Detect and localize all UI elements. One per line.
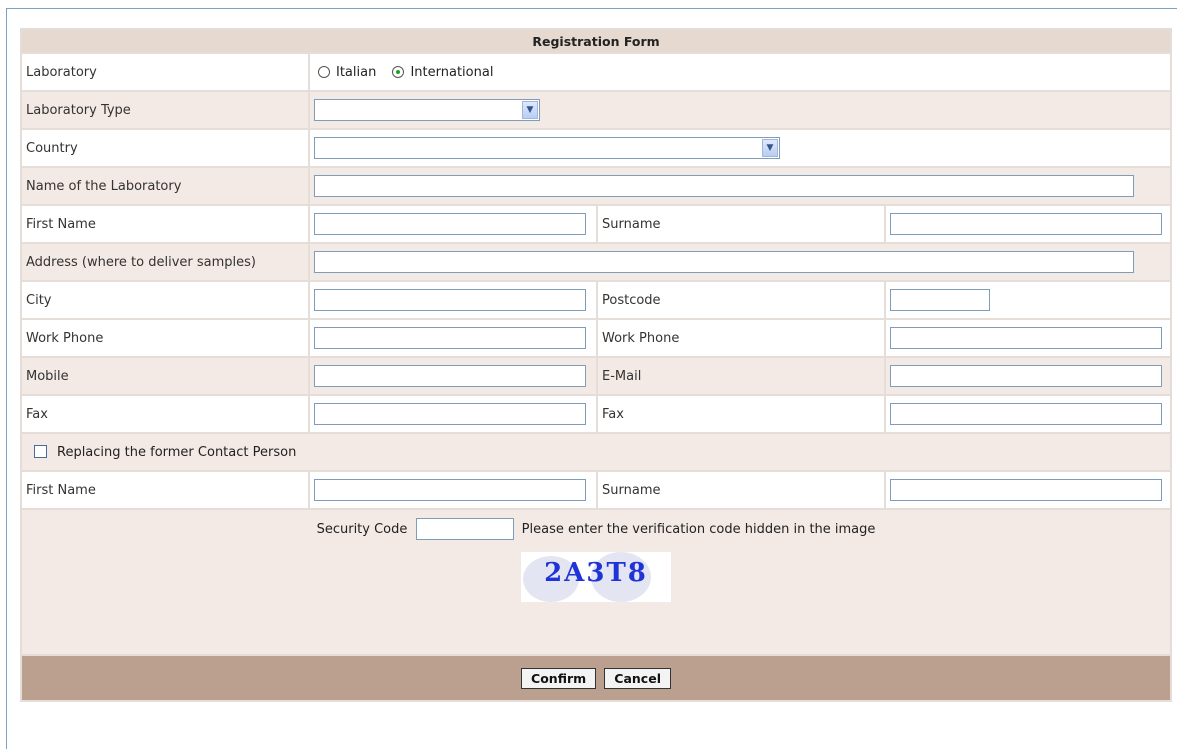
lab-name-row: Name of the Laboratory — [20, 166, 1173, 206]
replace-contact-cell: Replacing the former Contact Person — [19, 432, 1173, 472]
chevron-down-icon[interactable]: ▼ — [522, 101, 538, 119]
radio-italian-icon[interactable] — [318, 65, 330, 78]
lab-name-input[interactable] — [314, 175, 1134, 197]
city-cell — [308, 280, 598, 320]
captcha-image: 2A3T8 — [521, 552, 671, 602]
chevron-down-icon[interactable]: ▼ — [762, 139, 778, 157]
surname-input[interactable] — [890, 213, 1162, 235]
replace-contact-row: Replacing the former Contact Person — [19, 432, 1173, 472]
confirm-button[interactable]: Confirm — [521, 667, 597, 689]
address-cell — [307, 242, 1173, 282]
work-phone-label-1: Work Phone — [20, 318, 310, 358]
fax-input-1[interactable] — [314, 403, 586, 425]
mobile-input[interactable] — [314, 365, 586, 387]
contact-name-row: First Name Surname — [20, 204, 1173, 244]
security-cell: Security Code Please enter the verificat… — [19, 508, 1173, 656]
laboratory-type-label: Laboratory Type — [20, 90, 310, 130]
laboratory-row: Laboratory Italian International — [20, 52, 1173, 92]
security-code-input[interactable] — [415, 518, 514, 540]
surname-label: Surname — [596, 204, 886, 244]
email-cell — [883, 356, 1173, 396]
fax-input-2[interactable] — [890, 403, 1162, 425]
address-row: Address (where to deliver samples) — [20, 242, 1173, 282]
former-surname-label: Surname — [596, 470, 886, 510]
former-first-name-label: First Name — [20, 470, 310, 510]
mobile-label: Mobile — [20, 356, 310, 396]
replace-contact-checkbox[interactable] — [34, 444, 47, 458]
city-row: City Postcode — [20, 280, 1173, 320]
work-phone-row: Work Phone Work Phone — [20, 318, 1173, 358]
replace-contact-label: Replacing the former Contact Person — [57, 444, 297, 460]
form-header: Registration Form — [19, 28, 1173, 54]
email-input[interactable] — [890, 365, 1162, 387]
postcode-input[interactable] — [890, 289, 990, 311]
address-input[interactable] — [314, 251, 1134, 273]
radio-international-label: International — [410, 64, 494, 80]
city-label: City — [20, 280, 310, 320]
replace-contact-toggle[interactable]: Replacing the former Contact Person — [34, 444, 297, 460]
registration-form: Registration Form Laboratory Italian Int… — [19, 28, 1173, 702]
former-surname-input[interactable] — [890, 479, 1162, 501]
fax-label-1: Fax — [20, 394, 310, 434]
first-name-cell — [308, 204, 598, 244]
postcode-cell — [883, 280, 1173, 320]
postcode-label: Postcode — [596, 280, 886, 320]
laboratory-label: Laboratory — [20, 52, 310, 92]
fax-label-2: Fax — [596, 394, 886, 434]
fax-cell-2 — [883, 394, 1173, 434]
country-select[interactable]: ▼ — [314, 137, 780, 159]
country-cell: ▼ — [307, 128, 1173, 168]
former-first-name-cell — [308, 470, 598, 510]
work-phone-cell-1 — [308, 318, 598, 358]
email-label: E-Mail — [596, 356, 886, 396]
radio-italian-label: Italian — [336, 64, 377, 80]
lab-name-label: Name of the Laboratory — [20, 166, 310, 206]
address-label: Address (where to deliver samples) — [20, 242, 310, 282]
surname-cell — [883, 204, 1173, 244]
form-buttons: Confirm Cancel — [19, 654, 1173, 702]
captcha-text: 2A3T8 — [544, 558, 648, 588]
work-phone-input-1[interactable] — [314, 327, 586, 349]
laboratory-options: Italian International — [307, 52, 1173, 92]
mobile-cell — [308, 356, 598, 396]
security-code-label: Security Code — [316, 522, 408, 537]
form-footer: Confirm Cancel — [19, 654, 1173, 702]
work-phone-input-2[interactable] — [890, 327, 1162, 349]
laboratory-type-cell: ▼ — [307, 90, 1173, 130]
fax-row: Fax Fax — [20, 394, 1173, 434]
laboratory-type-select[interactable]: ▼ — [314, 99, 540, 121]
laboratory-type-row: Laboratory Type ▼ — [20, 90, 1173, 130]
first-name-input[interactable] — [314, 213, 586, 235]
work-phone-cell-2 — [883, 318, 1173, 358]
former-contact-row: First Name Surname — [20, 470, 1173, 510]
first-name-label: First Name — [20, 204, 310, 244]
fax-cell-1 — [308, 394, 598, 434]
lab-name-cell — [307, 166, 1173, 206]
former-first-name-input[interactable] — [314, 479, 586, 501]
radio-italian[interactable]: Italian — [318, 65, 380, 80]
city-input[interactable] — [314, 289, 586, 311]
security-code-hint: Please enter the verification code hidde… — [521, 522, 876, 537]
cancel-button[interactable]: Cancel — [604, 667, 671, 689]
work-phone-label-2: Work Phone — [596, 318, 886, 358]
radio-international[interactable]: International — [392, 65, 493, 80]
radio-international-icon[interactable] — [392, 65, 405, 78]
country-label: Country — [20, 128, 310, 168]
former-surname-cell — [883, 470, 1173, 510]
security-row: Security Code Please enter the verificat… — [19, 508, 1173, 656]
country-row: Country ▼ — [20, 128, 1173, 168]
form-title: Registration Form — [19, 28, 1173, 54]
mobile-email-row: Mobile E-Mail — [20, 356, 1173, 396]
